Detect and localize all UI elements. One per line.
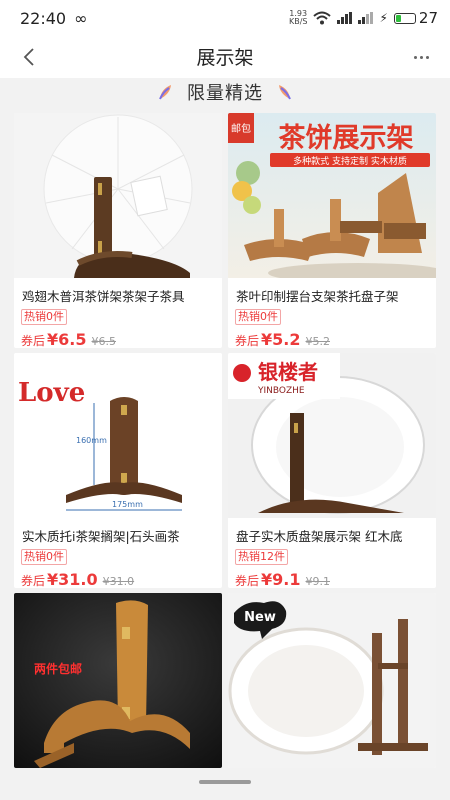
product-grid: 鸡翅木普洱茶饼架茶架子茶具 热销0件 券后 ¥6.5 ¥6.5 茶饼展示架 多种…: [14, 113, 436, 768]
coupon-label: 券后: [21, 574, 46, 588]
product-title[interactable]: 实木质托i茶架搁架|石头画茶: [22, 526, 216, 545]
home-indicator[interactable]: [199, 780, 251, 784]
product-card[interactable]: 两件包邮: [14, 593, 222, 768]
sold-badge: 热销0件: [21, 309, 67, 325]
dimension-width-label: 175mm: [112, 500, 143, 509]
product-card[interactable]: 鸡翅木普洱茶饼架茶架子茶具 热销0件 券后 ¥6.5 ¥6.5: [14, 113, 222, 348]
battery-icon: 27: [393, 9, 438, 27]
brand-name-en: YINBOZHE: [257, 386, 305, 396]
love-logo: Love: [18, 378, 85, 408]
product-title[interactable]: 鸡翅木普洱茶饼架茶架子茶具: [22, 286, 216, 305]
coupon-label: 券后: [235, 334, 260, 348]
new-sticker: New: [244, 610, 276, 625]
product-title[interactable]: 茶叶印制摆台支架茶托盘子架: [236, 286, 430, 305]
price-row: 券后 ¥9.1 ¥9.1: [235, 570, 436, 588]
product-image[interactable]: 银楼者 YINBOZHE: [228, 353, 436, 518]
battery-level: 27: [418, 9, 438, 27]
network-speed: 1.93 KB/S: [289, 10, 308, 26]
product-card[interactable]: 茶饼展示架 多种款式 支持定制 实木材质 邮包 茶叶印制摆台支架茶托盘子架 热销…: [228, 113, 436, 348]
signal-icon-2: [358, 12, 374, 24]
charging-icon: ⚡: [379, 11, 388, 25]
status-time: 22:40: [20, 8, 67, 28]
original-price: ¥9.1: [305, 575, 331, 588]
original-price: ¥5.2: [305, 335, 331, 348]
original-price: ¥31.0: [102, 575, 135, 588]
price-row: 券后 ¥5.2 ¥5.2: [235, 330, 436, 348]
current-price: ¥5.2: [261, 330, 301, 348]
product-image[interactable]: [14, 113, 222, 278]
status-icons: 1.93 KB/S ⚡ 27: [289, 9, 438, 27]
current-price: ¥6.5: [47, 330, 87, 348]
sold-badge: 热销12件: [235, 549, 288, 565]
signal-icon: [337, 12, 353, 24]
image-banner: 茶饼展示架: [279, 123, 414, 154]
original-price: ¥6.5: [91, 335, 117, 348]
dimension-height-label: 160mm: [76, 436, 107, 445]
price-row: 券后 ¥6.5 ¥6.5: [21, 330, 222, 348]
coupon-label: 券后: [235, 574, 260, 588]
product-image[interactable]: New: [228, 593, 436, 768]
product-image[interactable]: 两件包邮: [14, 593, 222, 768]
product-title[interactable]: 盘子实木质盘架展示架 红木底: [236, 526, 430, 545]
status-bar: 22:40 ∞ 1.93 KB/S ⚡ 27: [0, 0, 450, 36]
more-button[interactable]: [406, 42, 436, 72]
price-row: 券后 ¥31.0 ¥31.0: [21, 570, 222, 588]
product-image[interactable]: 茶饼展示架 多种款式 支持定制 实木材质 邮包: [228, 113, 436, 278]
current-price: ¥31.0: [47, 570, 98, 588]
brand-name-cn: 银楼者: [258, 360, 318, 384]
network-speed-unit: KB/S: [288, 17, 308, 26]
product-card[interactable]: 银楼者 YINBOZHE 盘子实木质盘架展示架 红木底 热销12件 券后 ¥9.…: [228, 353, 436, 588]
page-title: 展示架: [196, 47, 254, 69]
wifi-icon: [313, 11, 332, 25]
sold-badge: 热销0件: [235, 309, 281, 325]
current-price: ¥9.1: [261, 570, 301, 588]
product-card[interactable]: New: [228, 593, 436, 768]
section-header: 限量精选: [0, 78, 450, 106]
product-image[interactable]: Love 160mm 175mm: [14, 353, 222, 518]
product-card[interactable]: Love 160mm 175mm 实木质托i茶架搁架|石头画茶 热销0件 券后 …: [14, 353, 222, 588]
promo-text: 两件包邮: [34, 661, 82, 676]
image-badge: 邮包: [231, 122, 251, 135]
nav-bar: 展示架: [0, 36, 450, 78]
coupon-label: 券后: [21, 334, 46, 348]
section-title: 限量精选: [187, 83, 263, 104]
feather-right-icon: [279, 85, 291, 100]
infinity-icon: ∞: [74, 8, 88, 28]
sold-badge: 热销0件: [21, 549, 67, 565]
image-subtitle: 多种款式 支持定制 实木材质: [293, 155, 407, 167]
feather-left-icon: [159, 85, 171, 100]
